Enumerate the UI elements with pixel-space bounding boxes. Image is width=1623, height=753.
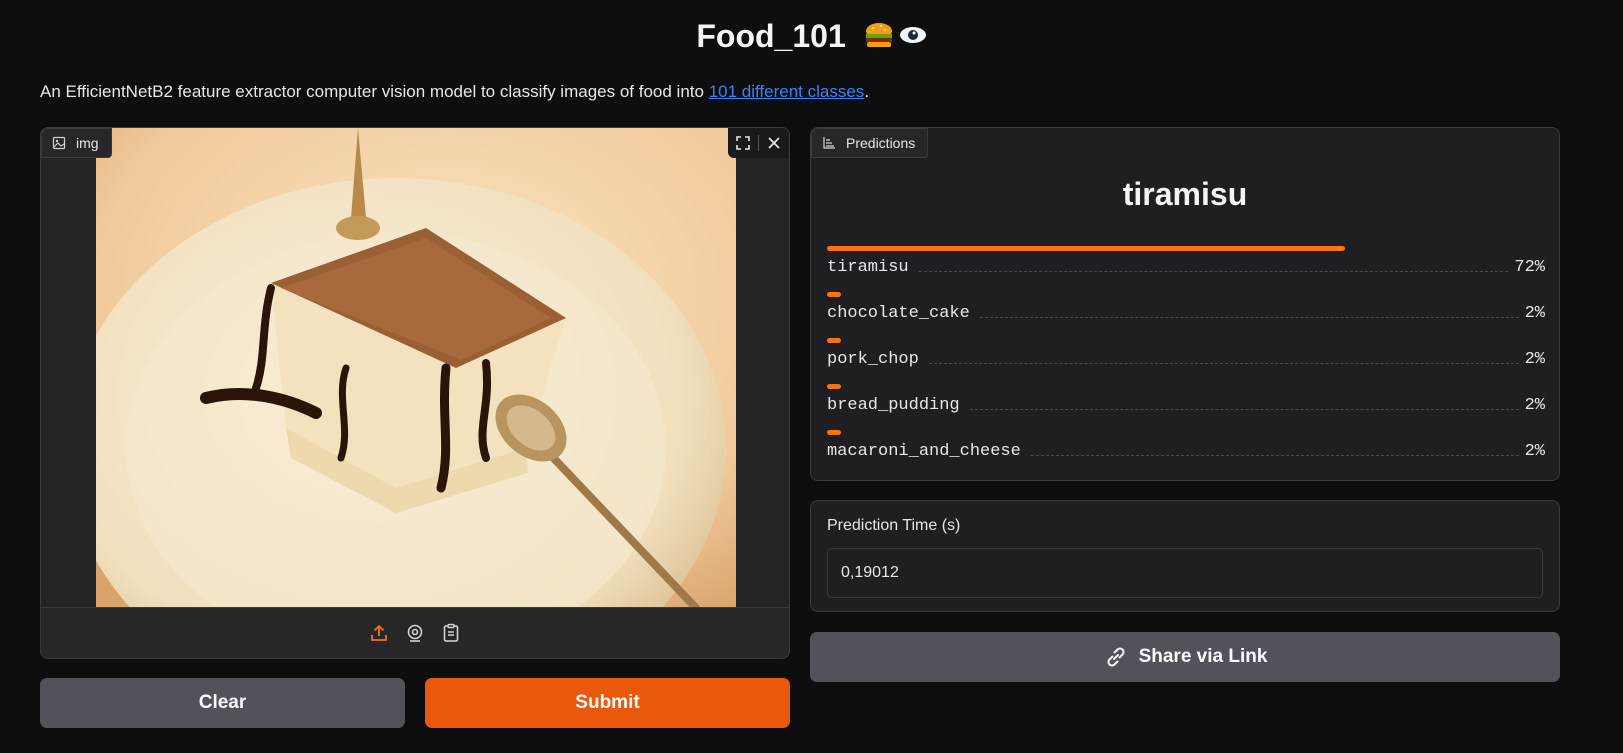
description: An EfficientNetB2 feature extractor comp… bbox=[40, 82, 869, 102]
confidence-label: pork_chop bbox=[827, 350, 919, 369]
image-preview-area bbox=[41, 128, 789, 608]
clipboard-icon[interactable] bbox=[440, 622, 462, 644]
image-input-label: img bbox=[76, 135, 99, 151]
submit-button[interactable]: Submit bbox=[425, 678, 790, 728]
description-suffix: . bbox=[864, 82, 870, 101]
confidence-percent: 72% bbox=[1514, 258, 1545, 277]
confidence-row: chocolate_cake 2% bbox=[827, 292, 1545, 338]
confidence-label: macaroni_and_cheese bbox=[827, 442, 1021, 461]
confidence-text: chocolate_cake 2% bbox=[827, 304, 1545, 323]
prediction-time-label: Prediction Time (s) bbox=[827, 517, 961, 534]
predictions-label: Predictions bbox=[846, 135, 916, 151]
confidence-leader bbox=[1030, 455, 1519, 456]
burger-eye-emoji-icon bbox=[863, 20, 927, 58]
top-prediction-label: tiramisu bbox=[1122, 176, 1248, 212]
description-text: An EfficientNetB2 feature extractor comp… bbox=[40, 82, 709, 101]
confidence-label: chocolate_cake bbox=[827, 304, 970, 323]
confidence-leader bbox=[918, 271, 1509, 272]
prediction-time-value: 0,19012 bbox=[841, 564, 899, 581]
confidence-percent: 2% bbox=[1524, 350, 1545, 369]
confidence-row: pork_chop 2% bbox=[827, 338, 1545, 384]
predictions-panel: Predictions tiramisu tiramisu 72% chocolat… bbox=[810, 127, 1560, 481]
upload-icon[interactable] bbox=[368, 622, 390, 644]
confidence-bar bbox=[827, 338, 841, 343]
confidence-leader bbox=[928, 363, 1519, 364]
confidence-list: tiramisu 72% chocolate_cake 2% pork_chop 2% br… bbox=[827, 246, 1545, 476]
clear-button[interactable]: Clear bbox=[40, 678, 405, 728]
link-icon bbox=[1107, 647, 1125, 667]
confidence-row: bread_pudding 2% bbox=[827, 384, 1545, 430]
bar-chart-icon bbox=[823, 137, 835, 149]
confidence-percent: 2% bbox=[1524, 304, 1545, 323]
confidence-text: macaroni_and_cheese 2% bbox=[827, 442, 1545, 461]
confidence-bar bbox=[827, 384, 841, 389]
classes-link[interactable]: 101 different classes bbox=[709, 82, 865, 101]
image-input-panel[interactable]: img bbox=[40, 127, 790, 659]
clear-button-label: Clear bbox=[198, 692, 247, 713]
webcam-icon[interactable] bbox=[404, 622, 426, 644]
confidence-row: tiramisu 72% bbox=[827, 246, 1545, 292]
image-icon bbox=[52, 136, 66, 150]
share-button-label: Share via Link bbox=[1138, 646, 1268, 667]
confidence-bar bbox=[827, 246, 1345, 251]
source-selector bbox=[41, 607, 789, 658]
confidence-label: tiramisu bbox=[827, 258, 909, 277]
confidence-row: macaroni_and_cheese 2% bbox=[827, 430, 1545, 476]
page-title: Food_101 bbox=[0, 18, 1623, 58]
food-photo bbox=[96, 128, 736, 608]
confidence-text: pork_chop 2% bbox=[827, 350, 1545, 369]
prediction-time-panel: Prediction Time (s) 0,19012 bbox=[810, 500, 1560, 612]
confidence-percent: 2% bbox=[1524, 442, 1545, 461]
close-icon[interactable] bbox=[759, 128, 789, 158]
confidence-text: bread_pudding 2% bbox=[827, 396, 1545, 415]
confidence-bar bbox=[827, 430, 841, 435]
image-input-tag: img bbox=[41, 128, 112, 158]
title-text: Food_101 bbox=[696, 18, 846, 54]
prediction-time-field[interactable]: 0,19012 bbox=[827, 548, 1543, 598]
submit-button-label: Submit bbox=[575, 692, 640, 713]
confidence-percent: 2% bbox=[1524, 396, 1545, 415]
confidence-leader bbox=[969, 409, 1519, 410]
confidence-leader bbox=[979, 317, 1519, 318]
share-button[interactable]: Share via Link bbox=[810, 632, 1560, 682]
fullscreen-icon[interactable] bbox=[728, 128, 758, 158]
confidence-bar bbox=[827, 292, 841, 297]
confidence-label: bread_pudding bbox=[827, 396, 960, 415]
image-tools bbox=[728, 128, 789, 158]
predictions-tag: Predictions bbox=[811, 128, 929, 158]
confidence-text: tiramisu 72% bbox=[827, 258, 1545, 277]
